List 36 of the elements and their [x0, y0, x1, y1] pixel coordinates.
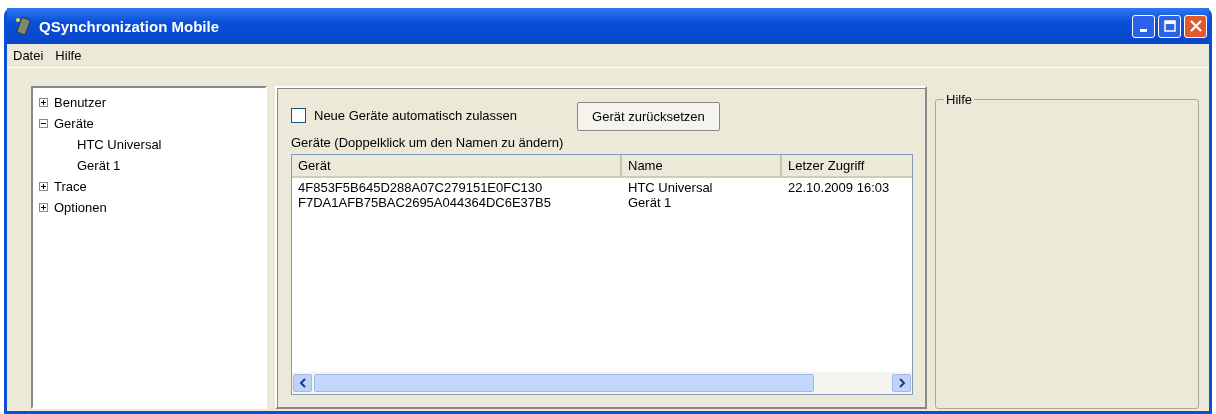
- tree-item[interactable]: Trace: [54, 179, 87, 194]
- tree-item[interactable]: Benutzer: [54, 95, 107, 110]
- horizontal-scrollbar[interactable]: [292, 372, 912, 394]
- minimize-icon: [1140, 28, 1147, 32]
- table-cell: HTC Universal: [628, 180, 713, 195]
- table-cell: 22.10.2009 16:03: [788, 180, 890, 195]
- close-icon: [1189, 20, 1202, 32]
- scroll-thumb[interactable]: [314, 374, 814, 392]
- window-title: QSynchronization Mobile: [39, 17, 219, 35]
- column-header[interactable]: Gerät: [292, 155, 622, 176]
- maximize-icon: [1163, 20, 1176, 32]
- tree-item[interactable]: Optionen: [54, 200, 107, 215]
- table-cell: Gerät 1: [628, 195, 672, 210]
- tree-item[interactable]: HTC Universal: [77, 137, 162, 152]
- checkbox[interactable]: [291, 108, 306, 123]
- menu-item[interactable]: Datei: [13, 48, 44, 63]
- tree-item[interactable]: Geräte: [54, 116, 94, 131]
- expander-icon[interactable]: [39, 203, 48, 212]
- menu-item[interactable]: Hilfe: [55, 48, 82, 63]
- minimize-button[interactable]: [1132, 14, 1155, 38]
- reset-button[interactable]: Gerät zurücksetzen: [577, 102, 720, 131]
- scroll-left-icon[interactable]: [293, 374, 312, 392]
- expander-icon[interactable]: [39, 182, 48, 191]
- checkbox-label: Neue Geräte automatisch zulassen: [314, 108, 518, 123]
- expander-icon[interactable]: [39, 98, 48, 107]
- group-title: Hilfe: [945, 92, 973, 107]
- scroll-right-icon[interactable]: [892, 374, 911, 392]
- table-caption: Geräte (Doppelklick um den Namen zu ändern): [291, 135, 565, 150]
- column-header[interactable]: Name: [622, 155, 782, 176]
- tree-item[interactable]: Gerät 1: [77, 158, 121, 173]
- expander-icon[interactable]: [39, 119, 48, 128]
- table-cell: F7DA1AFB75BAC2695A044364DC6E37B5: [298, 195, 551, 210]
- close-button[interactable]: [1184, 14, 1207, 38]
- column-header[interactable]: Letzer Zugriff: [782, 155, 912, 176]
- maximize-button[interactable]: [1158, 14, 1181, 38]
- table-cell: 4F853F5B645D288A07C279151E0FC130: [298, 180, 543, 195]
